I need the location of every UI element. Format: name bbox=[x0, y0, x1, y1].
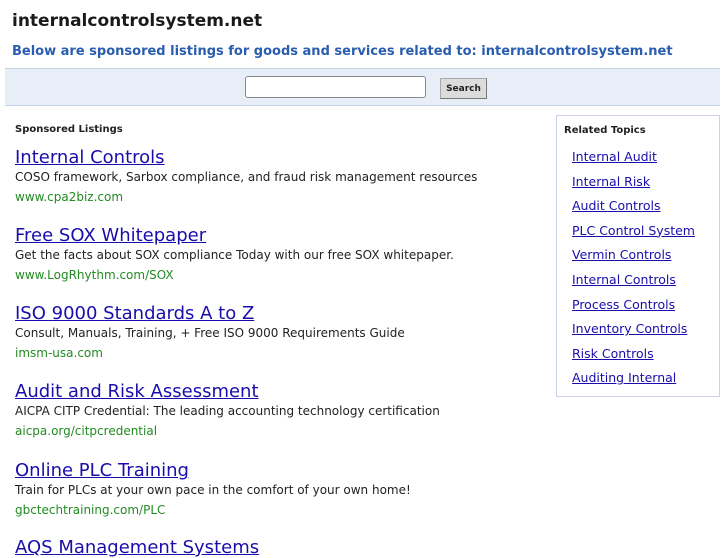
related-topics-heading: Related Topics bbox=[564, 125, 646, 136]
related-topic-link[interactable]: Auditing Internal bbox=[572, 370, 676, 385]
listing-url[interactable]: www.LogRhythm.com/SOX bbox=[15, 268, 454, 283]
listing-title-link[interactable]: Online PLC Training bbox=[15, 460, 411, 481]
listing-description: Consult, Manuals, Training, + Free ISO 9… bbox=[15, 326, 405, 340]
related-topic-link[interactable]: Internal Audit bbox=[572, 149, 657, 164]
list-item: Auditing Internal bbox=[572, 367, 695, 392]
list-item: PLC Control System bbox=[572, 220, 695, 245]
site-title: internalcontrolsystem.net bbox=[12, 11, 263, 31]
listing: Online PLC Training Train for PLCs at yo… bbox=[15, 460, 411, 518]
search-input[interactable] bbox=[245, 76, 426, 98]
listing-description: Get the facts about SOX compliance Today… bbox=[15, 248, 454, 262]
search-button[interactable]: Search bbox=[440, 78, 487, 99]
page-subtitle: Below are sponsored listings for goods a… bbox=[12, 44, 673, 59]
list-item: Internal Audit bbox=[572, 146, 695, 171]
related-topic-link[interactable]: Risk Controls bbox=[572, 346, 654, 361]
list-item: Internal Risk bbox=[572, 171, 695, 196]
listing: Audit and Risk Assessment AICPA CITP Cre… bbox=[15, 381, 440, 439]
sponsored-listings-heading: Sponsored Listings bbox=[15, 124, 123, 135]
related-topic-link[interactable]: Internal Risk bbox=[572, 174, 650, 189]
listing-description: Train for PLCs at your own pace in the c… bbox=[15, 483, 411, 497]
related-topic-link[interactable]: Process Controls bbox=[572, 297, 675, 312]
list-item: Process Controls bbox=[572, 294, 695, 319]
related-topics-list: Internal Audit Internal Risk Audit Contr… bbox=[572, 146, 695, 392]
list-item: Risk Controls bbox=[572, 343, 695, 368]
listing-title-link[interactable]: Free SOX Whitepaper bbox=[15, 225, 454, 246]
listing-description: AICPA CITP Credential: The leading accou… bbox=[15, 404, 440, 418]
related-topic-link[interactable]: Inventory Controls bbox=[572, 321, 687, 336]
search-bar: Search bbox=[5, 68, 720, 106]
listing-description: COSO framework, Sarbox compliance, and f… bbox=[15, 170, 478, 184]
listing-url[interactable]: imsm-usa.com bbox=[15, 346, 405, 361]
related-topic-link[interactable]: PLC Control System bbox=[572, 223, 695, 238]
listing-title-link[interactable]: AQS Management Systems bbox=[15, 537, 259, 558]
listing: AQS Management Systems bbox=[15, 537, 259, 558]
listing-url[interactable]: www.cpa2biz.com bbox=[15, 190, 477, 205]
listing-title-link[interactable]: Audit and Risk Assessment bbox=[15, 381, 440, 402]
listing-url[interactable]: aicpa.org/citpcredential bbox=[15, 424, 440, 439]
listing-title-link[interactable]: ISO 9000 Standards A to Z bbox=[15, 303, 405, 324]
list-item: Inventory Controls bbox=[572, 318, 695, 343]
list-item: Internal Controls bbox=[572, 269, 695, 294]
listing-title-link[interactable]: Internal Controls bbox=[15, 147, 477, 168]
related-topic-link[interactable]: Audit Controls bbox=[572, 198, 660, 213]
list-item: Audit Controls bbox=[572, 195, 695, 220]
listing-url[interactable]: gbctechtraining.com/PLC bbox=[15, 503, 411, 518]
listing: Free SOX Whitepaper Get the facts about … bbox=[15, 225, 454, 283]
related-topic-link[interactable]: Vermin Controls bbox=[572, 247, 671, 262]
listing: ISO 9000 Standards A to Z Consult, Manua… bbox=[15, 303, 405, 361]
listing: Internal Controls COSO framework, Sarbox… bbox=[15, 147, 477, 205]
related-topics-panel: Related Topics Internal Audit Internal R… bbox=[556, 115, 720, 397]
list-item: Vermin Controls bbox=[572, 244, 695, 269]
related-topic-link[interactable]: Internal Controls bbox=[572, 272, 676, 287]
